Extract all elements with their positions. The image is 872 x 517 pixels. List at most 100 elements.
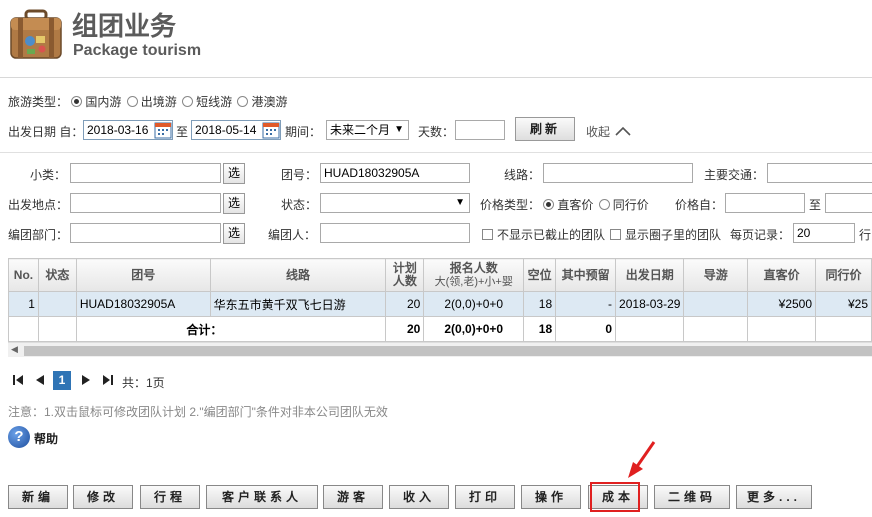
price-type-row: 价格类型： 直客价 同行价 [480,196,649,213]
depart-place-input[interactable] [70,193,221,213]
highlight-box [590,482,640,512]
cell-guide [683,291,749,317]
group-table: No. 状态 团号 线路 计划 人数 报名人数 大(领,老)+小+婴 空位 其中预留… [8,258,872,342]
page-summary: 共：1页 [122,376,165,390]
days-input[interactable] [455,120,505,140]
col-header[interactable]: 空位 [523,258,557,292]
total-plan: 20 [385,316,425,342]
section-divider [0,152,872,153]
transport-label: 主要交通： [704,168,765,182]
current-page[interactable]: 1 [53,371,71,390]
total-label: 合计： [75,316,387,342]
status-select[interactable]: ▼ [320,193,470,213]
hide-closed-checkbox[interactable]: 不显示已截止的团队 [482,226,605,243]
col-header[interactable]: 线路 [209,258,387,292]
subcat-input[interactable] [70,163,221,183]
radio-short[interactable]: 短线游 [182,95,232,109]
checkbox-box[interactable] [482,229,493,240]
scrollbar-thumb[interactable] [24,346,872,356]
period-label: 期间： [285,125,322,139]
radio-dot[interactable] [598,199,610,210]
col-header[interactable]: 直客价 [747,258,817,292]
depart-place-label: 出发地点： [8,198,69,212]
days-label: 天数： [418,125,455,139]
per-page-input[interactable]: 20 [793,223,855,243]
collapse-link[interactable]: 收起 [586,123,631,140]
checkbox-box[interactable] [610,229,621,240]
col-header[interactable]: 状态 [37,258,77,292]
refresh-button[interactable]: 刷新 [515,117,575,141]
col-header[interactable]: 其中预留 [555,258,617,292]
radio-dot[interactable] [543,199,555,210]
new-button[interactable]: 新编 [8,485,68,509]
print-button[interactable]: 打印 [455,485,515,509]
itinerary-button[interactable]: 行程 [140,485,200,509]
more-button[interactable]: 更多... [736,485,812,509]
radio-dot[interactable] [237,96,249,107]
group-no-input[interactable]: HUAD18032905A [320,163,470,183]
subcat-select-button[interactable]: 选 [223,163,245,184]
qrcode-button[interactable]: 二维码 [654,485,730,509]
route-label: 线路： [504,168,541,182]
total-vacant: 18 [523,316,557,342]
radio-domestic[interactable]: 国内游 [71,95,121,109]
next-page-icon[interactable] [78,371,94,389]
last-page-icon[interactable] [100,371,116,389]
radio-outbound[interactable]: 出境游 [126,95,177,109]
usage-note: 注意：1.双击鼠标可修改团队计划 2."编团部门"条件对非本公司团队无效 [8,405,388,419]
radio-direct-price[interactable]: 直客价 [543,198,593,212]
col-header[interactable]: 导游 [683,258,749,292]
first-page-icon[interactable] [10,371,26,389]
radio-peer-price[interactable]: 同行价 [598,198,649,212]
horizontal-scrollbar[interactable]: ◀ [8,342,872,357]
show-circle-checkbox[interactable]: 显示圈子里的团队 [610,226,721,243]
table-row[interactable]: 1 HUAD18032905A 华东五市黄千双飞七日游 20 2(0,0)+0+… [8,291,872,317]
page-header: 组团业务 Package tourism [0,0,872,78]
col-header[interactable]: 同行价 [815,258,872,292]
scroll-left-icon[interactable]: ◀ [11,344,18,355]
col-header-signed[interactable]: 报名人数 大(领,老)+小+婴 [423,258,525,292]
creator-label: 编团人： [268,228,317,242]
operation-button[interactable]: 操作 [521,485,581,509]
edit-button[interactable]: 修改 [73,485,133,509]
cell-peer-price: ¥25 [815,291,872,317]
col-header[interactable]: No. [8,258,39,292]
cell-status [37,291,77,317]
route-input[interactable] [543,163,693,183]
help-link[interactable]: 帮助 [34,430,58,447]
date-to-label: 至 [176,125,189,139]
page-title: 组团业务 [72,12,177,42]
dropdown-arrow-icon: ▼ [455,197,465,208]
prev-page-icon[interactable] [32,371,48,389]
creator-input[interactable] [320,223,470,243]
price-to-input[interactable] [825,193,872,213]
dept-input[interactable] [70,223,221,243]
dropdown-arrow-icon: ▼ [394,124,404,135]
depart-place-select-button[interactable]: 选 [223,193,245,214]
radio-dot[interactable] [71,96,83,107]
dept-select-button[interactable]: 选 [223,223,245,244]
group-no-label: 团号： [281,168,318,182]
cell-vacant: 18 [523,291,557,317]
income-button[interactable]: 收入 [389,485,449,509]
help-icon[interactable]: ? [8,426,30,448]
col-header[interactable]: 团号 [75,258,211,292]
col-header[interactable]: 出发日期 [615,258,685,292]
cell-no: 1 [8,291,39,317]
subcat-label: 小类： [30,168,67,182]
calendar-icon[interactable] [154,121,172,139]
contacts-button[interactable]: 客户联系人 [206,485,318,509]
cell-group-no: HUAD18032905A [75,291,211,317]
cell-reserved: - [555,291,617,317]
price-from-input[interactable] [725,193,805,213]
col-header-plan[interactable]: 计划 人数 [385,258,425,292]
row-suffix-label: 行 [859,228,872,242]
radio-dot[interactable] [182,96,194,107]
transport-input[interactable] [767,163,872,183]
calendar-icon[interactable] [262,121,280,139]
radio-dot[interactable] [126,96,138,107]
per-page-label: 每页记录： [730,228,791,242]
radio-hkmacau[interactable]: 港澳游 [237,95,287,109]
period-select[interactable]: 未来二个月 ▼ [326,120,409,140]
tourists-button[interactable]: 游客 [323,485,383,509]
